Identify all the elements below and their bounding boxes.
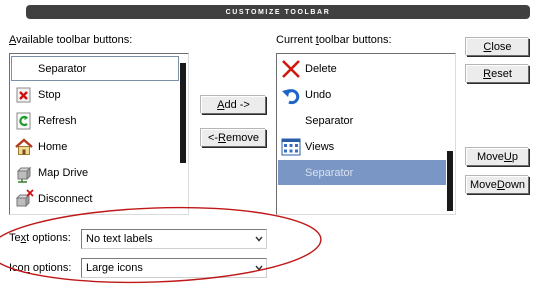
available-buttons-list[interactable]: Separator Stop Refresh Home Map Drive Di… xyxy=(9,53,189,215)
list-item-label: Map Drive xyxy=(38,166,89,179)
list-item[interactable]: Delete xyxy=(278,56,446,81)
move-down-button[interactable]: Move Down xyxy=(466,176,529,194)
map-drive-icon xyxy=(13,162,35,184)
button-mnemonic: A xyxy=(217,99,225,111)
list-item-label: Home xyxy=(38,140,68,153)
label-text: Current xyxy=(276,34,316,46)
list-item-label: Separator xyxy=(38,62,87,75)
list-item[interactable]: Stop xyxy=(11,82,179,107)
current-list-scrollbar[interactable] xyxy=(447,151,453,211)
refresh-icon xyxy=(13,110,35,132)
list-item[interactable]: Separator xyxy=(11,56,179,81)
dialog-title: CUSTOMIZE TOOLBAR xyxy=(225,8,331,16)
button-label: dd -> xyxy=(224,99,250,111)
button-mnemonic: U xyxy=(503,151,512,163)
list-item[interactable]: Home xyxy=(11,134,179,159)
current-buttons-label: Current toolbar buttons: xyxy=(276,34,392,46)
button-label: p xyxy=(511,151,518,163)
move-up-button[interactable]: Move Up xyxy=(466,148,529,166)
list-item-selected[interactable]: Separator xyxy=(278,160,446,185)
list-item[interactable]: Separator xyxy=(278,108,446,133)
list-item-label: Delete xyxy=(305,62,337,75)
list-item-label: Undo xyxy=(305,88,332,101)
undo-icon xyxy=(280,84,302,106)
list-item[interactable]: Map Drive xyxy=(11,160,179,185)
current-buttons-list[interactable]: Delete Undo Separator Views Separator xyxy=(276,53,456,215)
home-icon xyxy=(13,136,35,158)
button-label: emove xyxy=(226,132,260,144)
delete-icon xyxy=(280,58,302,80)
stop-icon xyxy=(13,84,35,106)
available-buttons-label: Available toolbar buttons: xyxy=(9,34,132,46)
list-item[interactable]: Undo xyxy=(278,82,446,107)
list-item-label: Stop xyxy=(38,88,61,101)
button-label: Move xyxy=(477,151,504,163)
list-item[interactable]: Refresh xyxy=(11,108,179,133)
button-mnemonic: D xyxy=(496,179,505,191)
close-button[interactable]: Close xyxy=(466,38,529,56)
remove-button[interactable]: <- Remove xyxy=(201,129,266,147)
add-button[interactable]: Add -> xyxy=(201,96,266,114)
button-label: own xyxy=(504,179,526,191)
button-mnemonic: R xyxy=(483,68,492,80)
button-mnemonic: R xyxy=(218,132,226,144)
list-item-label: Separator xyxy=(305,166,354,179)
button-label: lose xyxy=(491,41,512,53)
label-text: vailable toolbar buttons: xyxy=(16,34,133,46)
button-label: eset xyxy=(491,68,512,80)
list-item[interactable]: Views xyxy=(278,134,446,159)
dialog-title-bar: CUSTOMIZE TOOLBAR xyxy=(26,5,530,19)
available-list-scrollbar[interactable] xyxy=(180,63,186,163)
label-text: oolbar buttons: xyxy=(318,34,392,46)
list-item-label: Separator xyxy=(305,114,354,127)
list-item-label: Views xyxy=(305,140,335,153)
views-icon xyxy=(280,136,302,158)
button-label: Move xyxy=(469,179,497,191)
reset-button[interactable]: Reset xyxy=(466,65,529,83)
button-label: <- xyxy=(207,132,219,144)
list-item-label: Refresh xyxy=(38,114,77,127)
button-mnemonic: C xyxy=(483,41,492,53)
annotation-ellipse xyxy=(0,206,322,284)
